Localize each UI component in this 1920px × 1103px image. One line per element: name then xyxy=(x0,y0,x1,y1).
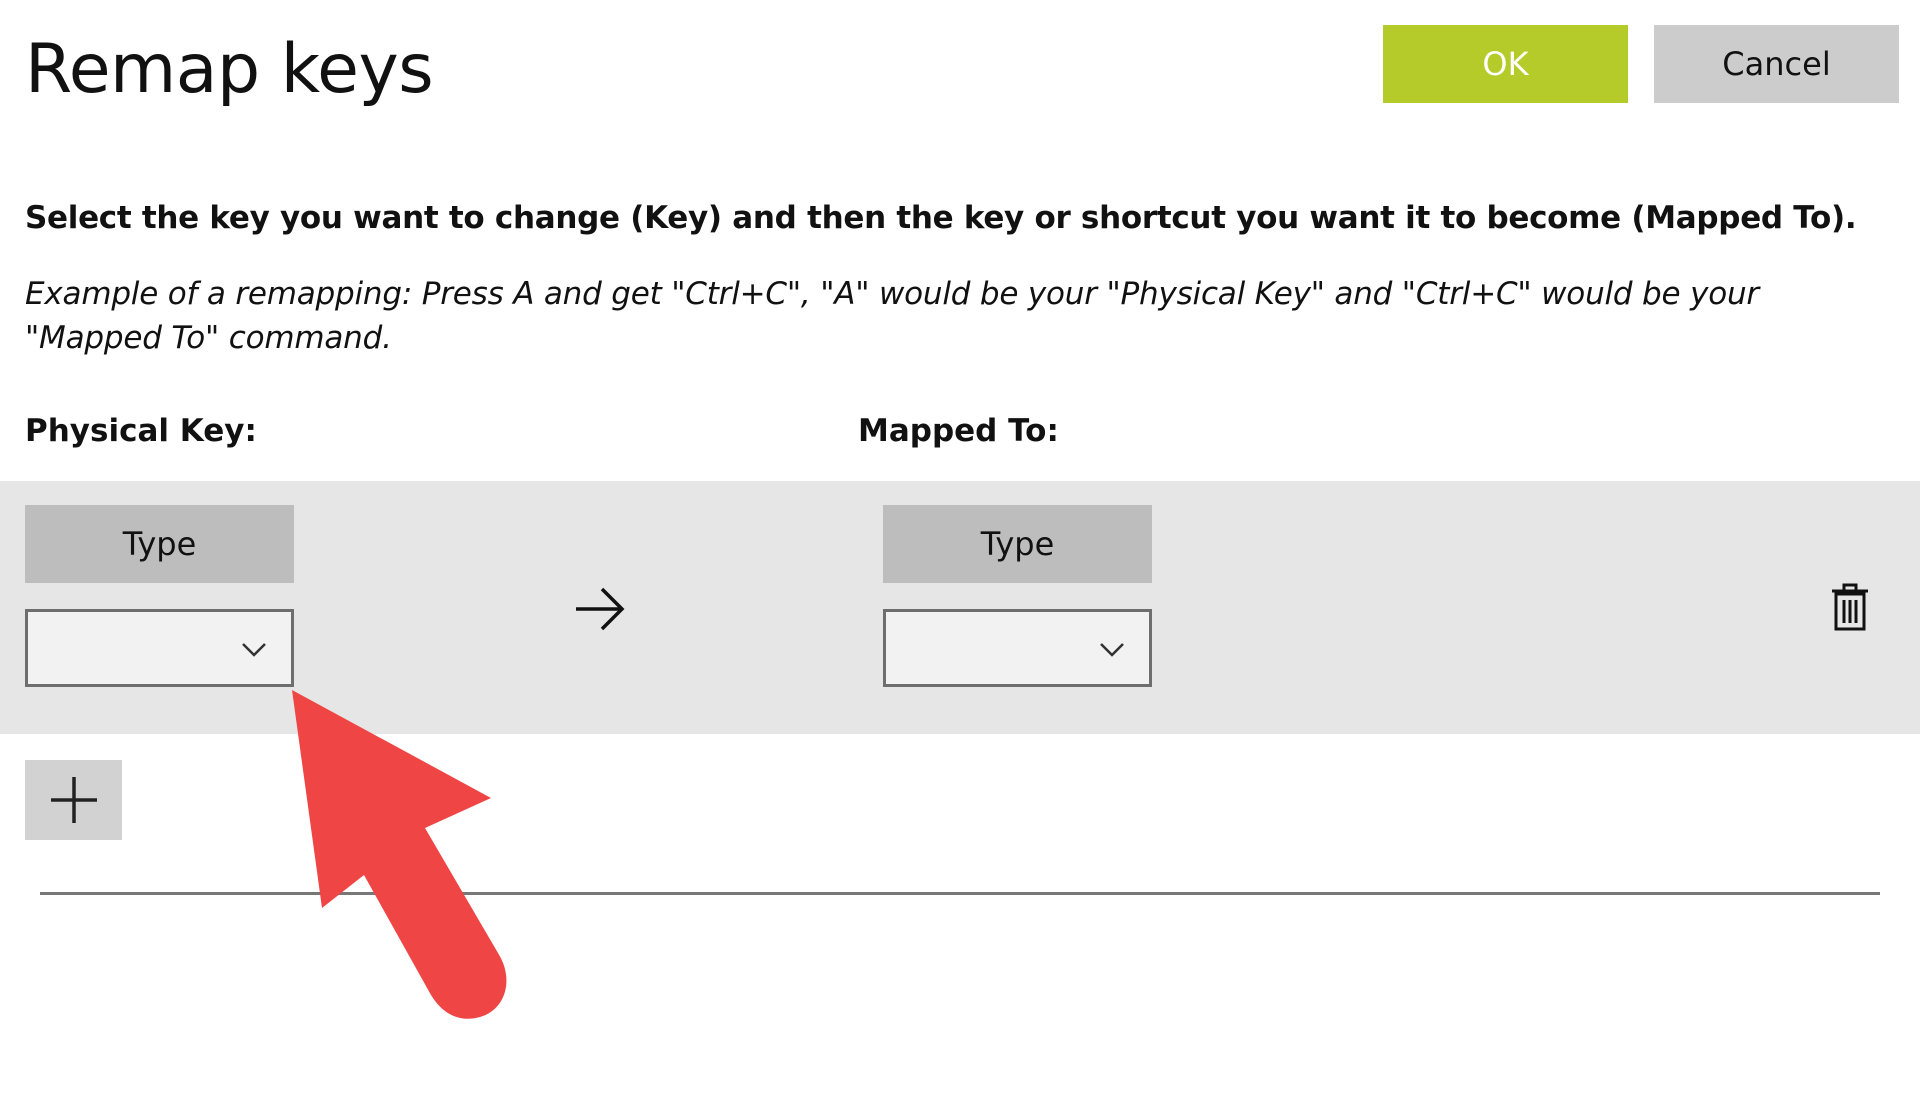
chevron-down-icon xyxy=(1100,643,1124,657)
page-title: Remap keys xyxy=(25,30,434,109)
physical-key-dropdown[interactable] xyxy=(25,609,294,687)
ok-button[interactable]: OK xyxy=(1383,25,1628,103)
add-remap-button[interactable] xyxy=(25,760,122,840)
physical-key-label: Physical Key: xyxy=(25,413,257,449)
instruction-text: Select the key you want to change (Key) … xyxy=(25,200,1857,236)
red-pointer-arrow xyxy=(292,690,507,1019)
remap-keys-dialog: Remap keys OK Cancel Select the key you … xyxy=(0,0,1920,1103)
plus-icon xyxy=(50,777,97,823)
mapped-type-button[interactable]: Type xyxy=(883,505,1152,583)
example-text: Example of a remapping: Press A and get … xyxy=(25,276,1759,356)
arrow-right-icon xyxy=(576,587,625,631)
mapped-to-label: Mapped To: xyxy=(858,413,1059,449)
chevron-down-icon xyxy=(242,643,266,657)
mapped-key-dropdown[interactable] xyxy=(883,609,1152,687)
physical-type-button[interactable]: Type xyxy=(25,505,294,583)
cancel-button[interactable]: Cancel xyxy=(1654,25,1899,103)
trash-icon[interactable] xyxy=(1830,582,1870,632)
